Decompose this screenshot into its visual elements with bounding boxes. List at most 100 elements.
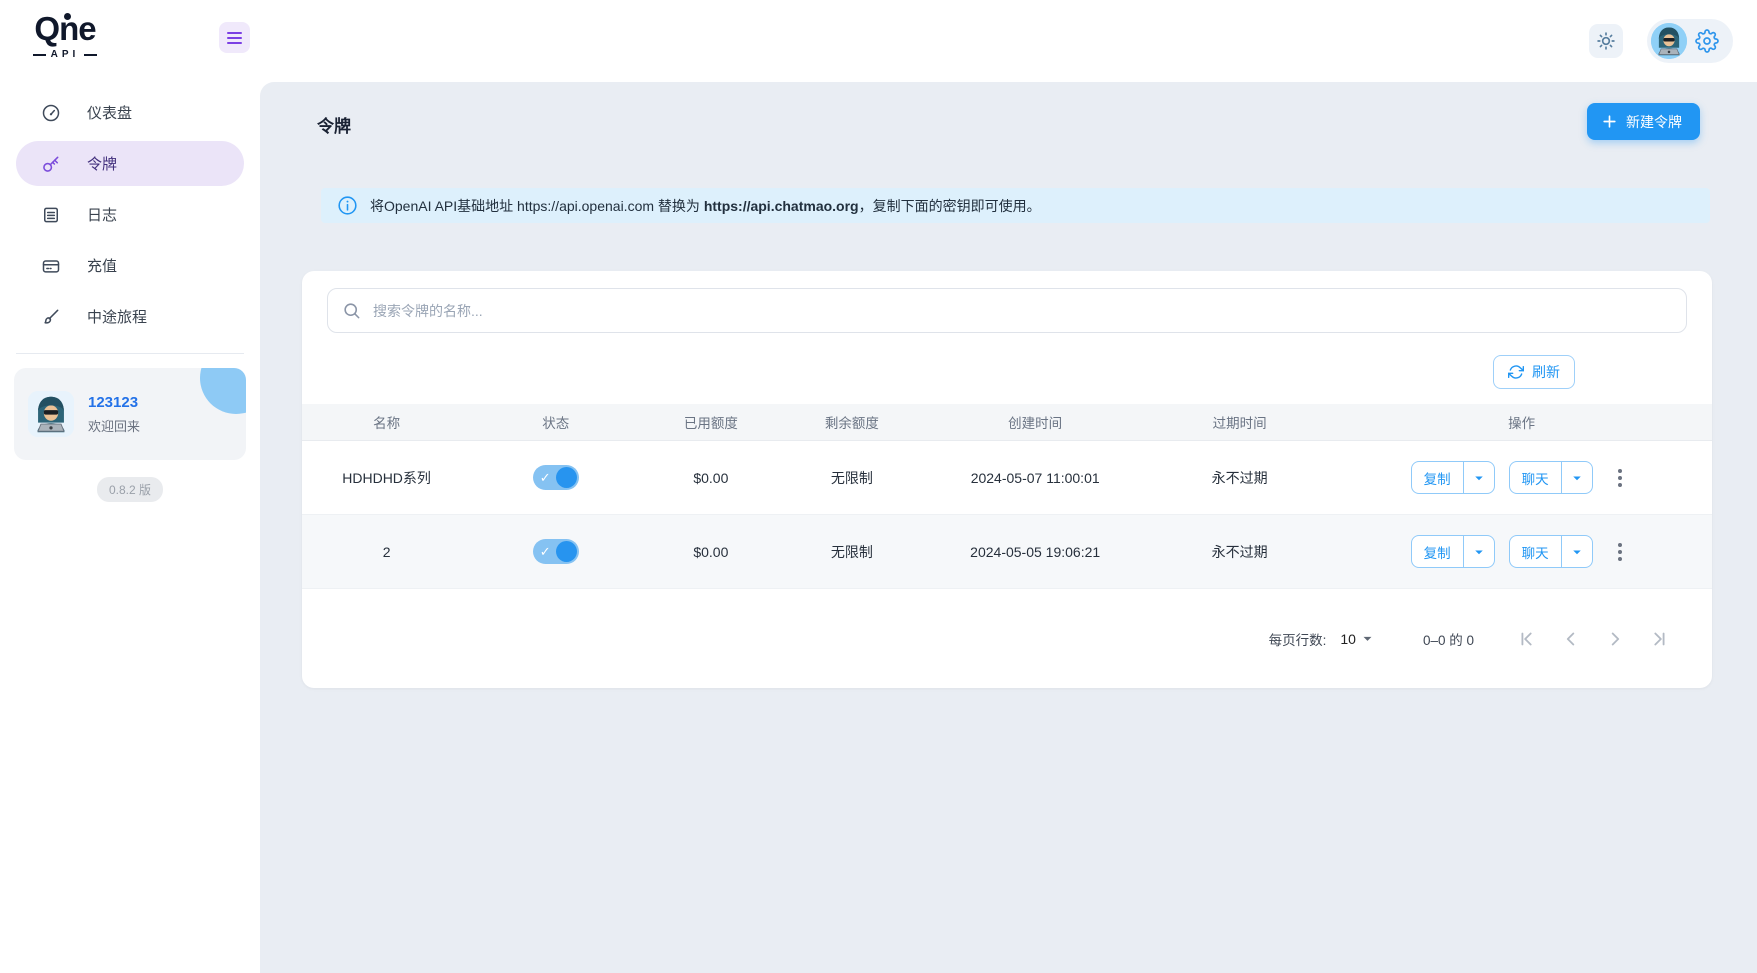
row-menu-button[interactable] (1607, 461, 1633, 494)
toggle-knob (555, 541, 577, 562)
plus-icon (1603, 115, 1616, 128)
last-page-button[interactable] (1646, 626, 1672, 652)
chat-split-button: 聊天 (1508, 535, 1593, 568)
sidebar-item-topup[interactable]: 充值 (16, 243, 244, 288)
chevron-down-icon (1474, 550, 1483, 554)
page-title: 令牌 (317, 117, 351, 136)
sidebar: Qne API 仪表盘 令牌 日志 充值 中途旅程 123123 欢迎回来 0.… (0, 0, 260, 973)
app-logo: Qne API (22, 10, 108, 60)
col-header-name: 名称 (373, 416, 401, 431)
chat-button[interactable]: 聊天 (1510, 462, 1561, 493)
check-icon: ✓ (539, 470, 551, 485)
table-row: HDHDHD系列 ✓ $0.00 无限制 2024-05-07 11:00:01… (302, 441, 1712, 515)
search-icon (344, 303, 360, 319)
col-header-used: 已用额度 (683, 416, 738, 431)
main-content: 令牌 新建令牌 将OpenAI API基础地址 https://api.open… (260, 82, 1757, 973)
sidebar-item-label: 仪表盘 (87, 105, 133, 122)
logo-dot (64, 13, 71, 20)
chevron-down-icon (1363, 636, 1372, 641)
remaining-quota: 无限制 (830, 543, 873, 560)
sidebar-item-midjourney[interactable]: 中途旅程 (16, 294, 244, 339)
sidebar-toggle-button[interactable] (219, 22, 250, 53)
created-time: 2024-05-05 19:06:21 (970, 543, 1101, 560)
col-header-expires: 过期时间 (1212, 416, 1267, 431)
info-banner: 将OpenAI API基础地址 https://api.openai.com 替… (321, 188, 1710, 223)
sidebar-item-logs[interactable]: 日志 (16, 192, 244, 237)
col-header-remaining: 剩余额度 (824, 416, 879, 431)
sidebar-item-label: 日志 (87, 207, 118, 224)
chevron-down-icon (1572, 550, 1581, 554)
sun-icon (1597, 32, 1615, 50)
gear-icon (1695, 29, 1719, 53)
kebab-icon (1617, 468, 1622, 473)
page-size-value: 10 (1340, 630, 1356, 647)
table-header-row: 名称 状态 已用额度 剩余额度 创建时间 过期时间 操作 (302, 404, 1712, 441)
next-page-button[interactable] (1602, 626, 1628, 652)
table-row: 2 ✓ $0.00 无限制 2024-05-05 19:06:21 永不过期 复… (302, 515, 1712, 589)
row-menu-button[interactable] (1607, 535, 1633, 568)
copy-button[interactable]: 复制 (1412, 462, 1463, 493)
first-page-button[interactable] (1514, 626, 1540, 652)
credit-card-icon (42, 259, 60, 273)
logo-subtitle: API (22, 49, 108, 60)
user-greeting: 欢迎回来 (88, 418, 141, 434)
expire-time: 永不过期 (1211, 543, 1268, 560)
refresh-icon (1508, 365, 1524, 379)
page-size-select[interactable]: 10 (1340, 629, 1377, 648)
card-corner-decoration (200, 368, 246, 414)
last-page-icon (1654, 632, 1665, 645)
gauge-icon (42, 104, 60, 121)
user-menu[interactable] (1647, 19, 1733, 63)
kebab-icon (1617, 542, 1622, 547)
first-page-icon (1521, 632, 1532, 645)
row-actions: 复制 聊天 (1331, 535, 1712, 568)
chevron-left-icon (1566, 632, 1575, 645)
copy-split-button: 复制 (1410, 461, 1495, 494)
pagination: 每页行数: 10 0–0 的 0 (302, 589, 1712, 688)
logs-icon (44, 207, 58, 222)
created-time: 2024-05-07 11:00:01 (970, 469, 1100, 486)
chevron-right-icon (1611, 632, 1620, 645)
new-token-button[interactable]: 新建令牌 (1587, 103, 1700, 140)
user-meta: 123123 欢迎回来 (88, 394, 140, 435)
chevron-down-icon (1572, 476, 1581, 480)
status-toggle[interactable]: ✓ (532, 465, 579, 490)
sidebar-item-label: 充值 (87, 258, 118, 275)
chat-button[interactable]: 聊天 (1510, 536, 1561, 567)
sidebar-nav: 仪表盘 令牌 日志 充值 中途旅程 (16, 90, 244, 345)
version-badge: 0.8.2 版 (96, 477, 164, 502)
copy-dropdown-button[interactable] (1462, 462, 1494, 493)
col-header-status: 状态 (542, 416, 570, 431)
status-toggle[interactable]: ✓ (532, 539, 579, 564)
banner-text: 将OpenAI API基础地址 https://api.openai.com 替… (370, 197, 1041, 214)
chat-dropdown-button[interactable] (1560, 536, 1592, 567)
sidebar-item-tokens[interactable]: 令牌 (16, 141, 244, 186)
user-card[interactable]: 123123 欢迎回来 (14, 368, 246, 460)
col-header-created: 创建时间 (1008, 416, 1063, 431)
api-base-url: https://api.chatmao.org (703, 197, 859, 214)
used-quota: $0.00 (693, 543, 729, 560)
pagination-range: 0–0 的 0 (1422, 632, 1474, 648)
col-header-actions: 操作 (1508, 416, 1536, 431)
search-input[interactable] (373, 302, 1672, 319)
chat-dropdown-button[interactable] (1560, 462, 1592, 493)
tokens-table: 名称 状态 已用额度 剩余额度 创建时间 过期时间 操作 HDHDHD系列 ✓ … (302, 404, 1712, 589)
theme-toggle-button[interactable] (1589, 24, 1623, 58)
copy-button[interactable]: 复制 (1412, 536, 1463, 567)
token-name: HDHDHD系列 (342, 469, 431, 486)
user-name: 123123 (88, 393, 139, 411)
refresh-button[interactable]: 刷新 (1493, 355, 1575, 389)
user-avatar[interactable] (1651, 23, 1687, 59)
row-actions: 复制 聊天 (1331, 461, 1712, 494)
search-box (327, 288, 1687, 333)
check-icon: ✓ (539, 544, 551, 559)
sidebar-item-label: 中途旅程 (87, 309, 148, 326)
info-icon (338, 196, 357, 215)
sidebar-item-label: 令牌 (87, 156, 118, 173)
prev-page-button[interactable] (1558, 626, 1584, 652)
sidebar-item-dashboard[interactable]: 仪表盘 (16, 90, 244, 135)
copy-split-button: 复制 (1410, 535, 1495, 568)
settings-button[interactable] (1695, 29, 1719, 53)
sidebar-divider (16, 353, 244, 354)
copy-dropdown-button[interactable] (1462, 536, 1494, 567)
